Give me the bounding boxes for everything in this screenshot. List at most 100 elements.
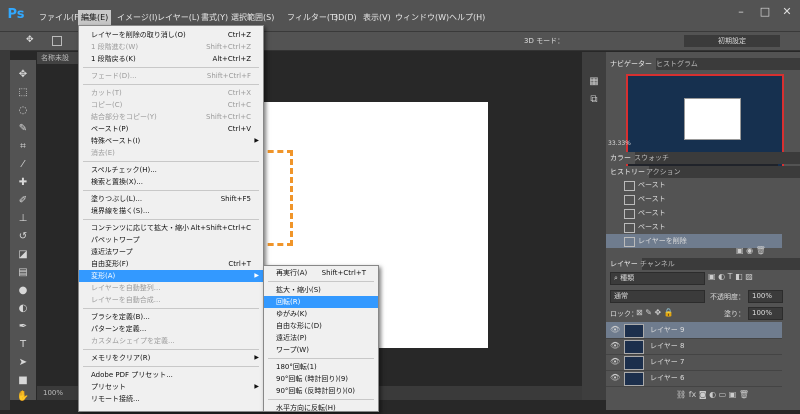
close-icon[interactable]: ✕ <box>776 4 798 20</box>
menu-item[interactable]: 自由変形(F) Ctrl+T <box>79 258 263 270</box>
menu-type[interactable]: 書式(Y) <box>198 10 231 26</box>
layer-row[interactable]: 👁 レイヤー 6 <box>606 370 782 387</box>
layer-row[interactable]: 👁 レイヤー 7 <box>606 354 782 371</box>
eraser-tool-icon[interactable]: ◪ <box>14 248 32 262</box>
lasso-tool-icon[interactable]: ◌ <box>14 104 32 118</box>
menu-item[interactable]: ワープ(W) <box>264 344 378 356</box>
gradient-tool-icon[interactable]: ▤ <box>14 266 32 280</box>
clone-stamp-tool-icon[interactable]: ⊥ <box>14 212 32 226</box>
history-brush-tool-icon[interactable]: ↺ <box>14 230 32 244</box>
blur-tool-icon[interactable]: ● <box>14 284 32 298</box>
shape-filter-icon[interactable]: ◧ <box>735 272 743 281</box>
menu-item[interactable]: パターンを定義... <box>79 323 263 335</box>
workspace-select[interactable]: 初期設定 <box>684 35 780 47</box>
quick-select-tool-icon[interactable]: ✎ <box>14 122 32 136</box>
pen-tool-icon[interactable]: ✒ <box>14 320 32 334</box>
menu-edit[interactable]: 編集(E) <box>78 10 112 26</box>
menu-item[interactable]: 1 段階戻る(K) Alt+Ctrl+Z <box>79 53 263 65</box>
marquee-tool-icon[interactable]: ⬚ <box>14 86 32 100</box>
blend-mode-select[interactable]: 通常 <box>610 290 705 303</box>
menu-item[interactable]: 検索と置換(X)... <box>79 176 263 188</box>
trash-icon[interactable]: 🗑 <box>739 390 749 399</box>
menu-item[interactable]: 拡大・縮小(S) <box>264 284 378 296</box>
fx-icon[interactable]: fx <box>689 390 697 399</box>
menu-item[interactable]: 自由な形に(D) <box>264 320 378 332</box>
history-panel-icon[interactable]: ▦ <box>586 76 602 90</box>
new-document-icon[interactable]: ▣ <box>736 246 744 255</box>
lock-transparent-icon[interactable]: ⊠ <box>636 308 643 317</box>
menu-item[interactable]: 回転(R) <box>264 296 378 308</box>
auto-select-checkbox[interactable] <box>52 36 62 46</box>
menu-window[interactable]: ウィンドウ(W) <box>392 10 452 26</box>
lock-paint-icon[interactable]: ✎ <box>645 308 652 317</box>
crop-tool-icon[interactable]: ⌗ <box>14 140 32 154</box>
lock-all-icon[interactable]: 🔒 <box>664 308 674 317</box>
menu-3d[interactable]: 3D(D) <box>330 10 360 26</box>
adjustment-icon[interactable]: ◐ <box>709 390 716 399</box>
link-icon[interactable]: ⛓ <box>676 390 686 399</box>
menu-item[interactable]: 変形(A) ▶ <box>79 270 263 282</box>
menu-item[interactable]: スペルチェック(H)... <box>79 164 263 176</box>
tab-actions[interactable]: アクション <box>642 166 685 178</box>
eye-icon[interactable]: 👁 <box>610 370 620 386</box>
trash-icon[interactable]: 🗑 <box>756 246 766 255</box>
layer-row[interactable]: 👁 レイヤー 8 <box>606 338 782 355</box>
move-tool-icon[interactable]: ✥ <box>26 35 40 47</box>
menu-item[interactable]: 180°回転(1) <box>264 361 378 373</box>
new-layer-icon[interactable]: ▣ <box>729 390 737 399</box>
menu-item[interactable]: プリセット ▶ <box>79 381 263 393</box>
brush-tool-icon[interactable]: ✐ <box>14 194 32 208</box>
folder-icon[interactable]: ▭ <box>719 390 727 399</box>
layer-row[interactable]: 👁 レイヤー 9 <box>606 322 782 339</box>
menu-item[interactable]: レイヤーを削除の取り消し(O) Ctrl+Z <box>79 29 263 41</box>
opacity-field[interactable]: 100% <box>748 290 783 303</box>
menu-item[interactable]: 特殊ペースト(I) ▶ <box>79 135 263 147</box>
menu-item[interactable]: 水平方向に反転(H) <box>264 402 378 414</box>
properties-panel-icon[interactable]: ⧉ <box>586 94 602 108</box>
menu-item[interactable]: メモリをクリア(R) ▶ <box>79 352 263 364</box>
menu-item[interactable]: 90°回転 (反時計回り)(0) <box>264 385 378 397</box>
eye-icon[interactable]: 👁 <box>610 322 620 338</box>
healing-brush-tool-icon[interactable]: ✚ <box>14 176 32 190</box>
menu-item[interactable]: 塗りつぶし(L)... Shift+F5 <box>79 193 263 205</box>
menu-view[interactable]: 表示(V) <box>360 10 394 26</box>
menu-item[interactable]: 再実行(A) Shift+Ctrl+T <box>264 267 378 279</box>
lock-position-icon[interactable]: ✥ <box>655 308 662 317</box>
eyedropper-tool-icon[interactable]: ⁄ <box>14 158 32 172</box>
smart-filter-icon[interactable]: ▨ <box>745 272 753 281</box>
menu-item[interactable]: コンテンツに応じて拡大・縮小 Alt+Shift+Ctrl+C <box>79 222 263 234</box>
tab-channels[interactable]: チャンネル <box>636 258 679 270</box>
minimize-icon[interactable]: – <box>730 4 752 20</box>
menu-item[interactable]: 90°回転 (時計回り)(9) <box>264 373 378 385</box>
history-item[interactable]: ペースト <box>606 192 782 206</box>
menu-item[interactable]: ブラシを定義(B)... <box>79 311 263 323</box>
tab-swatches[interactable]: スウォッチ <box>630 152 673 164</box>
menu-layer[interactable]: レイヤー(L) <box>154 10 202 26</box>
menu-item[interactable]: 遠近法ワープ <box>79 246 263 258</box>
menu-item[interactable]: 境界線を描く(S)... <box>79 205 263 217</box>
tab-histogram[interactable]: ヒストグラム <box>652 58 702 70</box>
fill-field[interactable]: 100% <box>748 307 783 320</box>
mask-icon[interactable]: ◙ <box>699 390 707 399</box>
menu-item[interactable]: パペットワープ <box>79 234 263 246</box>
hand-tool-icon[interactable]: ✋ <box>14 390 32 404</box>
menu-item[interactable]: ペースト(P) Ctrl+V <box>79 123 263 135</box>
tab-navigator[interactable]: ナビゲーター <box>606 58 656 70</box>
path-selection-tool-icon[interactable]: ➤ <box>14 356 32 370</box>
menu-help[interactable]: ヘルプ(H) <box>446 10 488 26</box>
eye-icon[interactable]: 👁 <box>610 338 620 354</box>
menu-item[interactable]: リモート接続... <box>79 393 263 405</box>
layer-kind-filter[interactable]: ⌕ 種類 <box>610 272 705 285</box>
menu-item[interactable]: 遠近法(P) <box>264 332 378 344</box>
type-filter-icon[interactable]: T <box>728 272 733 281</box>
history-item[interactable]: ペースト <box>606 178 782 192</box>
maximize-icon[interactable]: □ <box>754 4 776 20</box>
type-tool-icon[interactable]: T <box>14 338 32 352</box>
menu-item[interactable]: ゆがみ(K) <box>264 308 378 320</box>
history-item[interactable]: ペースト <box>606 206 782 220</box>
adjustment-filter-icon[interactable]: ◐ <box>718 272 725 281</box>
move-tool-icon[interactable]: ✥ <box>14 68 32 82</box>
shape-tool-icon[interactable]: ■ <box>14 374 32 388</box>
snapshot-icon[interactable]: ◉ <box>746 246 753 255</box>
eye-icon[interactable]: 👁 <box>610 354 620 370</box>
